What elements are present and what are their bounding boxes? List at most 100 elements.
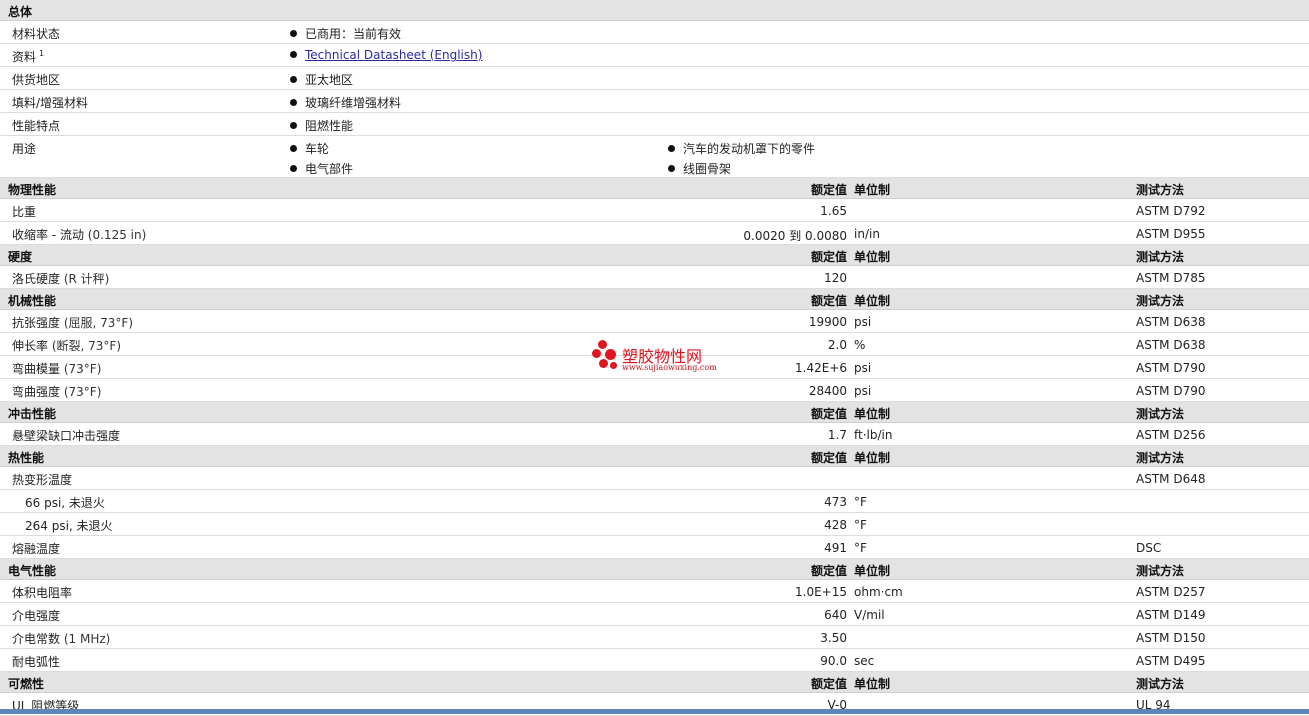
header-value: 额定值 — [810, 451, 847, 465]
property-label: 洛氏硬度 (R 计秤) — [12, 272, 110, 286]
bullet-icon — [290, 76, 297, 83]
property-value: 0.0020 到 0.0080 — [743, 229, 847, 243]
property-value: 28400 — [808, 384, 847, 398]
section-header: 电气性能 额定值 单位制 测试方法 — [0, 559, 1309, 580]
table-row: 熔融温度 491 °F DSC — [0, 536, 1309, 559]
bullet-icon — [290, 30, 297, 37]
header-method: 测试方法 — [1136, 183, 1185, 197]
row-label: 供货地区 — [12, 73, 61, 87]
property-unit: °F — [854, 541, 867, 555]
property-label: 体积电阻率 — [12, 586, 73, 600]
property-value: 1.7 — [827, 428, 847, 442]
table-row: 耐电弧性 90.0 sec ASTM D495 — [0, 649, 1309, 672]
section-title: 机械性能 — [8, 294, 57, 308]
property-value: 120 — [824, 271, 847, 285]
header-value: 额定值 — [810, 183, 847, 197]
list-item: 线圈骨架 — [668, 160, 731, 177]
table-row: 悬壁梁缺口冲击强度 1.7 ft·lb/in ASTM D256 — [0, 423, 1309, 446]
test-method: ASTM D149 — [1136, 608, 1206, 622]
header-value: 额定值 — [810, 677, 847, 691]
property-unit: ft·lb/in — [854, 428, 893, 442]
table-row: 264 psi, 未退火 428 °F — [0, 513, 1309, 536]
property-label: 66 psi, 未退火 — [25, 496, 105, 510]
watermark-url: www.sujiaowuxing.com — [622, 363, 717, 372]
section-header: 机械性能 额定值 单位制 测试方法 — [0, 289, 1309, 310]
property-unit: °F — [854, 518, 867, 532]
test-method: ASTM D257 — [1136, 585, 1206, 599]
test-method: ASTM D790 — [1136, 384, 1206, 398]
section-header: 硬度 额定值 单位制 测试方法 — [0, 245, 1309, 266]
bullet-icon — [290, 51, 297, 58]
section-title: 冲击性能 — [8, 407, 57, 421]
test-method: DSC — [1136, 541, 1162, 555]
section-title: 电气性能 — [8, 564, 57, 578]
bullet-icon — [668, 165, 675, 172]
table-row: 介电常数 (1 MHz) 3.50 ASTM D150 — [0, 626, 1309, 649]
table-row: 介电强度 640 V/mil ASTM D149 — [0, 603, 1309, 626]
property-unit: psi — [854, 315, 872, 329]
table-row: 热变形温度 ASTM D648 — [0, 467, 1309, 490]
property-unit: % — [854, 338, 866, 352]
property-condition: (0.125 in) — [87, 228, 147, 242]
row-label: 用途 — [12, 142, 37, 156]
header-value: 额定值 — [810, 294, 847, 308]
property-value: 473 — [824, 495, 847, 509]
general-row-region: 供货地区 亚太地区 — [0, 67, 1309, 90]
test-method: ASTM D792 — [1136, 204, 1206, 218]
header-value: 额定值 — [810, 407, 847, 421]
table-row: 比重 1.65 ASTM D792 — [0, 199, 1309, 222]
bullet-icon — [290, 122, 297, 129]
property-label: 耐电弧性 — [12, 655, 61, 669]
section-title: 总体 — [8, 5, 33, 19]
property-condition: (断裂, 73°F) — [51, 339, 122, 353]
property-unit: ohm·cm — [854, 585, 903, 599]
header-method: 测试方法 — [1136, 294, 1185, 308]
general-row-filler: 填料/增强材料 玻璃纤维增强材料 — [0, 90, 1309, 113]
test-method: ASTM D638 — [1136, 315, 1206, 329]
list-item: 亚太地区 — [290, 71, 353, 88]
list-item: 阻燃性能 — [290, 117, 353, 134]
row-label: 填料/增强材料 — [12, 96, 89, 110]
property-label: 介电常数 (1 MHz) — [12, 632, 111, 646]
header-unit: 单位制 — [854, 250, 891, 264]
property-label: 比重 — [12, 205, 37, 219]
general-row-docs: 资料 1 Technical Datasheet (English) — [0, 44, 1309, 67]
header-unit: 单位制 — [854, 407, 891, 421]
property-value: 1.0E+15 — [795, 585, 847, 599]
section-title: 硬度 — [8, 250, 33, 264]
section-header: 冲击性能 额定值 单位制 测试方法 — [0, 402, 1309, 423]
property-condition: (73°F) — [63, 385, 102, 399]
property-condition: (屈服, 73°F) — [63, 316, 134, 330]
row-label: 资料 1 — [12, 49, 45, 64]
property-label: 弯曲模量 (73°F) — [12, 362, 102, 376]
property-label: 热变形温度 — [12, 473, 73, 487]
list-item: 已商用：当前有效 — [290, 25, 401, 42]
header-unit: 单位制 — [854, 677, 891, 691]
property-value: 491 — [824, 541, 847, 555]
bullet-icon — [290, 165, 297, 172]
property-value: 428 — [824, 518, 847, 532]
section-title: 物理性能 — [8, 183, 57, 197]
property-label: 抗张强度 (屈服, 73°F) — [12, 316, 134, 330]
property-unit: in/in — [854, 227, 880, 241]
bullet-icon — [290, 145, 297, 152]
general-row-uses: 用途 车轮 汽车的发动机罩下的零件 电气部件 线圈骨架 — [0, 136, 1309, 178]
header-method: 测试方法 — [1136, 564, 1185, 578]
row-label: 材料状态 — [12, 27, 61, 41]
property-label: 弯曲强度 (73°F) — [12, 385, 102, 399]
table-row: 弯曲强度 (73°F) 28400 psi ASTM D790 — [0, 379, 1309, 402]
test-method: ASTM D256 — [1136, 428, 1206, 442]
property-label: 伸长率 (断裂, 73°F) — [12, 339, 122, 353]
property-value: 1.42E+6 — [795, 361, 847, 375]
header-method: 测试方法 — [1136, 451, 1185, 465]
list-item: 玻璃纤维增强材料 — [290, 94, 401, 111]
property-unit: °F — [854, 495, 867, 509]
watermark-logo: 塑胶物性网 www.sujiaowuxing.com — [592, 340, 732, 376]
list-item: Technical Datasheet (English) — [290, 48, 482, 62]
property-unit: psi — [854, 384, 872, 398]
bottom-bar — [0, 709, 1309, 714]
header-method: 测试方法 — [1136, 250, 1185, 264]
property-label: 介电强度 — [12, 609, 61, 623]
datasheet-link[interactable]: Technical Datasheet (English) — [305, 48, 482, 62]
header-value: 额定值 — [810, 564, 847, 578]
